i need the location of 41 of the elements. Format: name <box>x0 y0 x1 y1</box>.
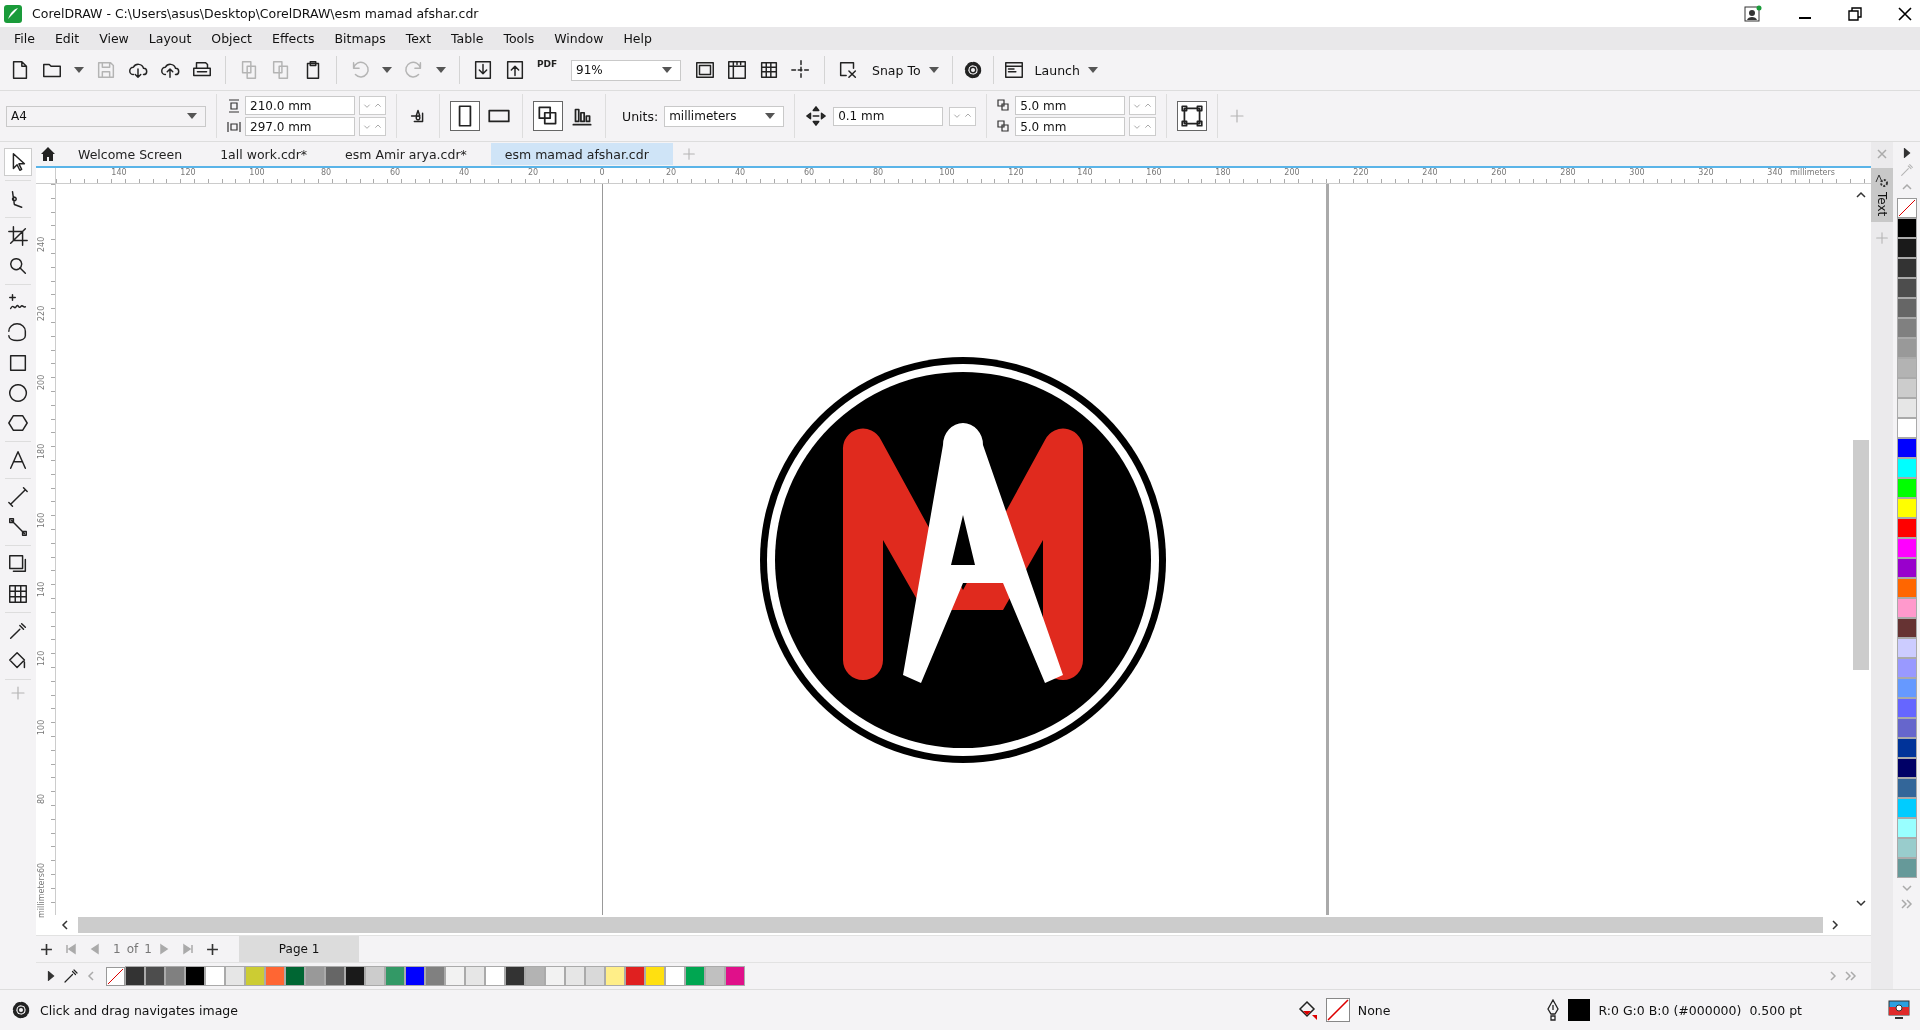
menu-item[interactable]: Effects <box>262 31 325 46</box>
menu-item[interactable]: Tools <box>493 31 545 46</box>
menu-item[interactable]: Table <box>441 31 494 46</box>
units-label: Units: <box>622 108 659 124</box>
menu-item[interactable]: Text <box>395 31 442 46</box>
page-size-dropdown[interactable]: A4 <box>6 105 206 127</box>
page-of-label: of <box>126 942 139 956</box>
document-tab[interactable]: esm mamad afshar.cdr <box>490 143 673 165</box>
menu-item[interactable]: Bitmaps <box>324 31 396 46</box>
nudge-distance-field[interactable]: 0.1 mm <box>833 106 944 126</box>
ruler-units-label: millimeters <box>1790 168 1836 177</box>
current-page-number: 1 <box>113 942 121 956</box>
document-tab[interactable]: 1all work.cdr* <box>206 143 332 165</box>
fill-status-label: None <box>1357 1002 1391 1018</box>
units-dropdown[interactable]: millimeters <box>664 105 785 127</box>
zoom-level-field[interactable]: 91% <box>571 59 681 81</box>
menu-item[interactable]: Layout <box>138 31 202 46</box>
page-width-field[interactable]: 210.0 mm <box>245 96 355 115</box>
duplicate-x-field[interactable]: 5.0 mm <box>1015 96 1126 115</box>
status-message: Click and drag navigates image <box>40 1002 238 1018</box>
page-tab[interactable]: Page 1 <box>238 936 360 962</box>
menu-item[interactable]: Edit <box>44 31 90 46</box>
docker-tab-label[interactable]: Text <box>1875 192 1889 217</box>
pdf-export-button[interactable]: PDF <box>533 56 561 84</box>
total-pages-number: 1 <box>144 942 152 956</box>
outline-color-label: R:0 G:0 B:0 (#000000) <box>1598 1002 1742 1018</box>
snap-to-label[interactable]: Snap To <box>872 62 921 78</box>
duplicate-y-field[interactable]: 5.0 mm <box>1015 117 1126 136</box>
document-tab[interactable]: esm Amir arya.cdr* <box>331 143 491 165</box>
menu-item[interactable]: File <box>12 31 45 46</box>
outline-width-label: 0.500 pt <box>1749 1002 1802 1018</box>
launch-label[interactable]: Launch <box>1034 62 1080 78</box>
ruler-units-label: millimeters <box>37 873 46 918</box>
docker-tab[interactable]: Text <box>1871 168 1893 223</box>
menu-item[interactable]: View <box>89 31 139 46</box>
page-height-field[interactable]: 297.0 mm <box>245 117 355 136</box>
menu-item[interactable]: Object <box>201 31 263 46</box>
document-tab[interactable]: Welcome Screen <box>64 143 207 165</box>
menu-item[interactable]: Help <box>613 31 662 46</box>
window-title: CorelDRAW - C:\Users\asus\Desktop\CorelDRAW\esm mamad afshar.cdr <box>32 6 479 21</box>
menu-item[interactable]: Window <box>544 31 614 46</box>
